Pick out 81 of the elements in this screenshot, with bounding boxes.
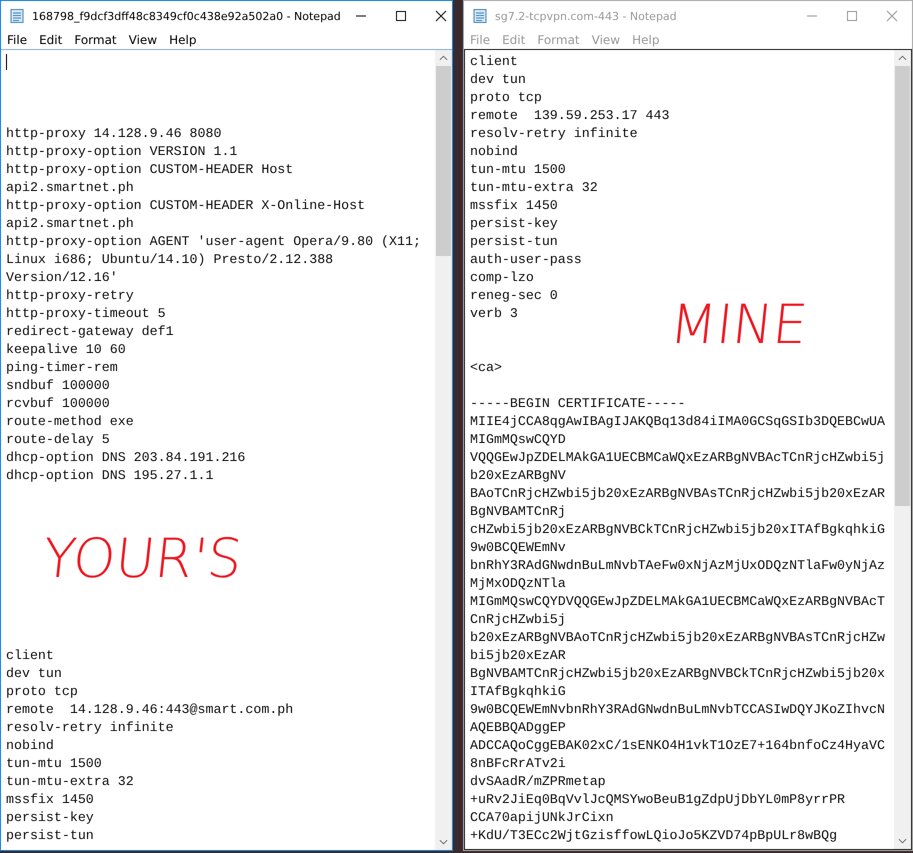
text-line: BAoTCnRjcHZwbi5jb20xEzARBgNVBAsTCnRjcHZwbi5jb20xEzAR [470, 485, 886, 503]
handwritten-note: YOUR'S [40, 532, 245, 586]
text-line: Linux i686; Ubuntu/14.10) Presto/2.12.388 [6, 251, 334, 269]
text-line: persist-tun [470, 233, 559, 251]
menu-item[interactable]: View [122, 33, 164, 47]
text-line: ADCCAQoCggEBAK02xC/1sENKO4H1vkT1OzE7+164bnfoCz4HyaVC [470, 737, 886, 755]
window-title: 168798_f9dcf3dff48c8349cf0c438e92a502a0 - Notepad [32, 10, 341, 22]
text-line: resolv-retry infinite [6, 719, 175, 737]
text-line: MIGmMQswCQYDVQQGEwJpZDELMAkGA1UECBMCaWQxEzARBgNVBAcT [470, 593, 886, 611]
text-line: CnRjcHZwbi5j [470, 611, 567, 629]
text-line: 9w0BCQEWEmNvbnRhY3RAdGNwdnBuLmNvbTCCASIwDQYJKoZIhvcN [470, 701, 886, 719]
text-line: keepalive 10 60 [6, 341, 127, 359]
text-line: tun-mtu-extra 32 [470, 179, 599, 197]
text-line: MIIE4jCCA8qgAwIBAgIJAKQBq13d84iIMA0GCSqGSIb3DQEBCwUA [470, 413, 886, 431]
text-line: Version/12.16' [6, 269, 119, 287]
text-line: client [470, 53, 519, 71]
text-line: dhcp-option DNS 195.27.1.1 [6, 467, 214, 485]
text-line: tun-mtu 1500 [470, 161, 567, 179]
text-line: auth-user-pass [470, 251, 583, 269]
text-line: VQQGEwJpZDELMAkGA1UECBMCaWQxEzARBgNVBAcTCnRjcHZwbi5j [470, 449, 886, 467]
text-line: route-delay 5 [6, 431, 111, 449]
text-line: ITAfBgkqhkiG [470, 683, 567, 701]
text-line: -----BEGIN CERTIFICATE----- [470, 395, 686, 413]
text-line: http-proxy-option VERSION 1.1 [6, 143, 238, 161]
menu-item[interactable]: Edit [33, 33, 68, 47]
text-line: tun-mtu-extra 32 [6, 773, 135, 791]
text-line: persist-tun [6, 827, 95, 845]
text-line: verb 3 [470, 305, 519, 323]
menu-item[interactable]: Help [163, 33, 202, 47]
text-line: http-proxy-retry [6, 287, 135, 305]
text-line: <ca> [470, 359, 503, 377]
text-line: http-proxy-option CUSTOM-HEADER X-Online-Host [6, 197, 366, 215]
text-line: BgNVBAMTCnRjcHZwbi5jb20xEzARBgNVBCkTCnRjcHZwbi5jb20x [470, 665, 886, 683]
text-line: persist-key [6, 809, 95, 827]
text-line: tun-mtu 1500 [6, 755, 103, 773]
text-line: dhcp-option DNS 203.84.191.216 [6, 449, 246, 467]
text-line: resolv-retry infinite [470, 125, 639, 143]
text-line: MjMxODQzNTla [470, 575, 567, 593]
text-line: remote 14.128.9.46:443@smart.com.ph [6, 701, 294, 719]
text-line: 9w0BCQEWEmNv [470, 539, 567, 557]
text-line: CCA70apijUNkJrCixn [470, 809, 615, 827]
text-line: api2.smartnet.ph [6, 215, 135, 233]
text-line: http-proxy-timeout 5 [6, 305, 167, 323]
text-line: dvSAadR/mZPRmetap [470, 773, 607, 791]
text-line: nobind [6, 737, 55, 755]
text-line: nobind [470, 143, 519, 161]
text-line: ping-timer-rem [6, 359, 119, 377]
text-line: route-method exe [6, 413, 135, 431]
text-line: bnRhY3RAdGNwdnBuLmNvbTAeFw0xNjAzMjUxODQzNTlaFw0yNjAz [470, 557, 886, 575]
text-line: http-proxy 14.128.9.46 8080 [6, 125, 222, 143]
text-line: +uRv2JiEq0BqVvlJcQMSYwoBeuB1gZdpUjDbYL0mP8yrrPR [470, 791, 846, 809]
text-line: MIGmMQswCQYD [470, 431, 567, 449]
text-line: comp-lzo [470, 269, 535, 287]
text-line: mssfix 1450 [6, 791, 95, 809]
handwritten-note: MINE [667, 298, 810, 352]
text-line: proto tcp [6, 683, 79, 701]
text-line: persist-key [470, 215, 559, 233]
text-line: dev tun [470, 71, 527, 89]
menu-item[interactable]: File [1, 33, 34, 47]
text-line: client [6, 647, 55, 665]
text-line: proto tcp [470, 89, 543, 107]
text-line: remote 139.59.253.17 443 [470, 107, 670, 125]
text-line: reneg-sec 0 [470, 287, 559, 305]
text-line: b20xEzARBgNVBAoTCnRjcHZwbi5jb20xEzARBgNVBAsTCnRjcHZw [470, 629, 886, 647]
text-line: api2.smartnet.ph [6, 179, 135, 197]
text-line: 8nBFcRrATv2i [470, 755, 567, 773]
text-line: http-proxy-option CUSTOM-HEADER Host [6, 161, 294, 179]
text-line: dev tun [6, 665, 63, 683]
text-line: mssfix 1450 [470, 197, 559, 215]
text-line: cHZwbi5jb20xEzARBgNVBCkTCnRjcHZwbi5jb20xITAfBgkqhkiG [470, 521, 886, 539]
text-line: +KdU/T3ECc2WjtGzisffowLQioJo5KZVD74pBpULr8wBQg [470, 827, 838, 845]
window-title: sg7.2-tcpvpn.com-443 - Notepad [495, 10, 678, 22]
menu-item[interactable]: Format [68, 33, 123, 47]
text-line: bi5jb20xEzAR [470, 647, 567, 665]
text-line: redirect-gateway def1 [6, 323, 175, 341]
text-line: sndbuf 100000 [6, 377, 111, 395]
text-line: AQEBBQADggEP [470, 719, 567, 737]
text-line: rcvbuf 100000 [6, 395, 111, 413]
text-line: b20xEzARBgNV [470, 467, 567, 485]
text-line: BgNVBAMTCnRj [470, 503, 567, 521]
text-line: http-proxy-option AGENT 'user-agent Opera/9.80 (X11; [6, 233, 422, 251]
